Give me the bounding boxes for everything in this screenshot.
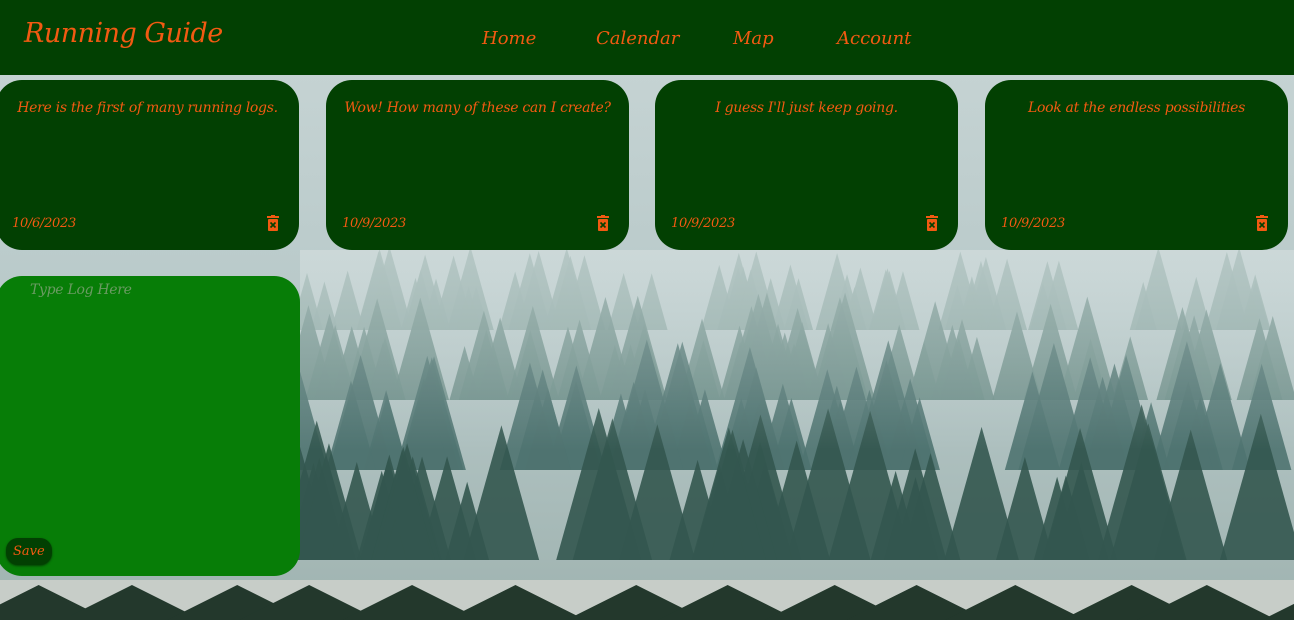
- nav-account-link[interactable]: Account: [837, 28, 911, 49]
- log-card: I guess I'll just keep going. 10/9/2023: [655, 80, 958, 250]
- trash-icon[interactable]: [597, 215, 609, 231]
- log-text: Look at the endless possibilities: [1027, 100, 1246, 116]
- nav-home-link[interactable]: Home: [482, 28, 536, 49]
- log-card: Wow! How many of these can I create? 10/…: [326, 80, 629, 250]
- log-text: Here is the first of many running logs.: [17, 100, 278, 116]
- log-date: 10/6/2023: [12, 216, 76, 231]
- trash-icon[interactable]: [1256, 215, 1268, 231]
- save-button[interactable]: Save: [6, 538, 52, 565]
- log-card: Look at the endless possibilities 10/9/2…: [985, 80, 1288, 250]
- app-title[interactable]: Running Guide: [24, 18, 223, 49]
- trash-icon[interactable]: [926, 215, 938, 231]
- new-log-editor: Save: [0, 276, 300, 576]
- log-text: I guess I'll just keep going.: [715, 100, 898, 116]
- nav-calendar-link[interactable]: Calendar: [596, 28, 679, 49]
- log-date: 10/9/2023: [1001, 216, 1065, 231]
- log-date: 10/9/2023: [342, 216, 406, 231]
- log-text-input[interactable]: [30, 282, 290, 532]
- nav-map-link[interactable]: Map: [733, 28, 774, 49]
- log-date: 10/9/2023: [671, 216, 735, 231]
- trash-icon[interactable]: [267, 215, 279, 231]
- top-navbar: Running Guide Home Calendar Map Account: [0, 0, 1294, 75]
- log-text: Wow! How many of these can I create?: [344, 100, 611, 116]
- log-card: Here is the first of many running logs. …: [0, 80, 299, 250]
